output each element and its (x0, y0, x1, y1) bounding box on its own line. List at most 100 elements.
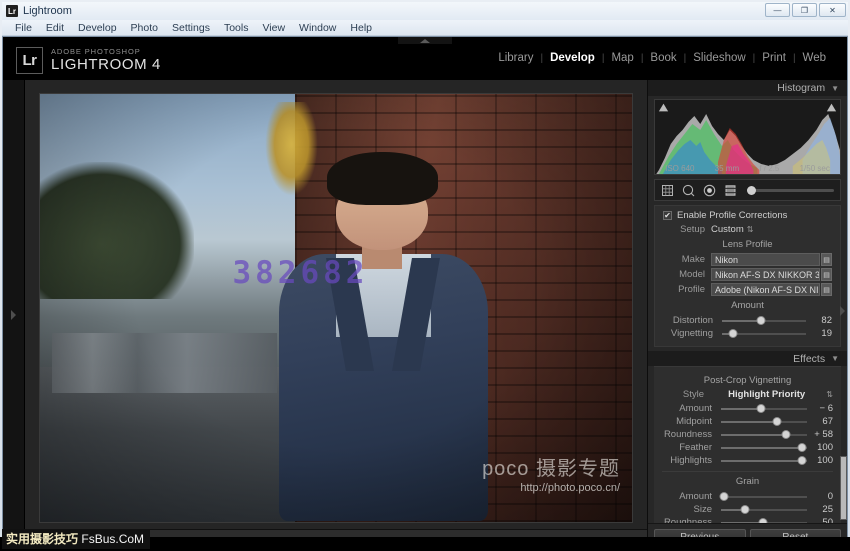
effects-amount-knob[interactable] (756, 403, 766, 413)
grain-amount-track[interactable] (719, 491, 807, 501)
module-print[interactable]: Print (755, 52, 793, 64)
post-crop-vignetting-title: Post-Crop Vignetting (703, 375, 792, 386)
vignetting-slider-row[interactable]: Vignetting 19 (663, 327, 832, 340)
identity-product: LIGHTROOM 4 (51, 56, 161, 74)
effects-panel-header[interactable]: Effects ▼ (648, 351, 847, 366)
make-dropdown-icon[interactable]: ▤ (821, 253, 832, 266)
menu-help[interactable]: Help (343, 20, 379, 36)
model-dropdown-icon[interactable]: ▤ (821, 268, 832, 281)
enable-profile-corrections-checkbox[interactable]: ✔ (663, 211, 672, 220)
photo-stage: 382682 poco 摄影专题 http://photo.poco.cn/ (25, 80, 647, 529)
graduated-filter-icon[interactable] (724, 184, 737, 197)
grain-size-knob[interactable] (740, 504, 750, 514)
adjustment-brush-slider[interactable] (747, 185, 834, 195)
photo-preview[interactable]: 382682 poco 摄影专题 http://photo.poco.cn/ (40, 93, 632, 522)
module-develop[interactable]: Develop (543, 52, 602, 64)
red-eye-icon[interactable] (703, 184, 716, 197)
make-row[interactable]: Make Nikon ▤ (663, 253, 832, 266)
menu-develop[interactable]: Develop (71, 20, 124, 36)
distortion-track[interactable] (722, 315, 806, 325)
profile-dropdown-icon[interactable]: ▤ (821, 283, 832, 296)
chevron-right-icon (11, 310, 16, 320)
setup-value[interactable]: Custom (711, 224, 744, 235)
enable-profile-corrections-label: Enable Profile Corrections (677, 210, 788, 221)
menu-tools[interactable]: Tools (217, 20, 256, 36)
brush-slider-knob[interactable] (747, 185, 756, 195)
feather-track[interactable] (721, 442, 807, 452)
vignetting-knob[interactable] (728, 328, 738, 338)
menu-window[interactable]: Window (292, 20, 343, 36)
profile-combobox[interactable]: Adobe (Nikon AF-S DX NIKKO... (711, 283, 820, 296)
right-panel-scrollbar[interactable] (840, 456, 847, 520)
grain-amount-knob[interactable] (719, 491, 729, 501)
distortion-label: Distortion (672, 315, 713, 326)
effects-amount-track[interactable] (721, 403, 807, 413)
setup-row[interactable]: Setup Custom ⇅ (663, 224, 832, 235)
roundness-label: Roundness (663, 429, 712, 440)
chevron-updown-icon[interactable]: ⇅ (826, 390, 833, 399)
menu-photo[interactable]: Photo (124, 20, 165, 36)
chevron-updown-icon[interactable]: ⇅ (747, 225, 754, 234)
distortion-knob[interactable] (756, 315, 766, 325)
module-web[interactable]: Web (796, 52, 833, 64)
midpoint-row[interactable]: Midpoint 67 (662, 415, 833, 428)
enable-profile-corrections-row[interactable]: ✔ Enable Profile Corrections (663, 210, 832, 221)
identity-plate[interactable]: Lr ADOBE PHOTOSHOP LIGHTROOM 4 (16, 47, 161, 74)
grain-amount-row[interactable]: Amount 0 (662, 490, 833, 503)
profile-row[interactable]: Profile Adobe (Nikon AF-S DX NIKKO... ▤ (663, 283, 832, 296)
distortion-value: 82 (821, 315, 832, 326)
histogram-panel-header[interactable]: Histogram ▼ (648, 80, 847, 96)
left-panel-collapse-toggle[interactable] (3, 80, 25, 550)
style-value[interactable]: Highlight Priority (710, 389, 823, 400)
style-row[interactable]: Style Highlight Priority ⇅ (662, 389, 833, 400)
roundness-track[interactable] (721, 429, 807, 439)
histogram-panel-title: Histogram (777, 82, 826, 94)
lightroom-body: 382682 poco 摄影专题 http://photo.poco.cn/ Y… (3, 80, 847, 550)
exif-aperture: f / 2.5 (759, 164, 780, 173)
minimize-button[interactable]: — (765, 3, 790, 17)
top-panel-collapse-toggle[interactable] (398, 37, 452, 44)
module-book[interactable]: Book (643, 52, 683, 64)
highlights-knob[interactable] (797, 455, 807, 465)
menu-settings[interactable]: Settings (165, 20, 217, 36)
close-button[interactable]: ✕ (819, 3, 846, 17)
grain-size-row[interactable]: Size 25 (662, 503, 833, 516)
content-area: 382682 poco 摄影专题 http://photo.poco.cn/ Y… (25, 80, 647, 550)
exif-shutter-speed: 1/50 sec (799, 164, 830, 173)
module-library[interactable]: Library (491, 52, 540, 64)
highlights-track[interactable] (721, 455, 807, 465)
fsbus-watermark-cjk: 实用摄影技巧 (6, 532, 79, 546)
distortion-slider-row[interactable]: Distortion 82 (663, 314, 832, 327)
maximize-button[interactable]: ❐ (792, 3, 817, 17)
effects-amount-fill (721, 407, 762, 410)
effects-amount-row[interactable]: Amount − 6 (662, 402, 833, 415)
feather-knob[interactable] (797, 442, 807, 452)
menu-view[interactable]: View (255, 20, 292, 36)
module-slideshow[interactable]: Slideshow (686, 52, 752, 64)
module-map[interactable]: Map (604, 52, 640, 64)
histogram-graph[interactable]: ISO 640 35 mm f / 2.5 1/50 sec (654, 99, 841, 175)
highlights-row[interactable]: Highlights 100 (662, 454, 833, 467)
setup-label: Setup (680, 224, 705, 235)
lightroom-app: Lr ADOBE PHOTOSHOP LIGHTROOM 4 Library |… (2, 36, 848, 550)
feather-row[interactable]: Feather 100 (662, 441, 833, 454)
menu-edit[interactable]: Edit (39, 20, 71, 36)
midpoint-knob[interactable] (772, 416, 782, 426)
spot-removal-icon[interactable] (682, 184, 695, 197)
midpoint-value: 67 (822, 416, 833, 427)
roundness-knob[interactable] (781, 429, 791, 439)
vignetting-track[interactable] (722, 328, 806, 338)
chevron-up-icon (420, 38, 430, 43)
model-row[interactable]: Model Nikon AF-S DX NIKKOR 35mm... ▤ (663, 268, 832, 281)
model-combobox[interactable]: Nikon AF-S DX NIKKOR 35mm... (711, 268, 820, 281)
menubar: File Edit Develop Photo Settings Tools V… (2, 20, 848, 36)
crop-overlay-icon[interactable] (661, 184, 674, 197)
midpoint-track[interactable] (721, 416, 807, 426)
app-icon: Lr (6, 5, 18, 17)
roundness-row[interactable]: Roundness + 58 (662, 428, 833, 441)
menu-file[interactable]: File (8, 20, 39, 36)
make-combobox[interactable]: Nikon (711, 253, 820, 266)
chevron-down-icon: ▼ (831, 354, 839, 363)
right-panel-collapse-toggle[interactable] (840, 305, 845, 316)
grain-size-track[interactable] (721, 504, 807, 514)
